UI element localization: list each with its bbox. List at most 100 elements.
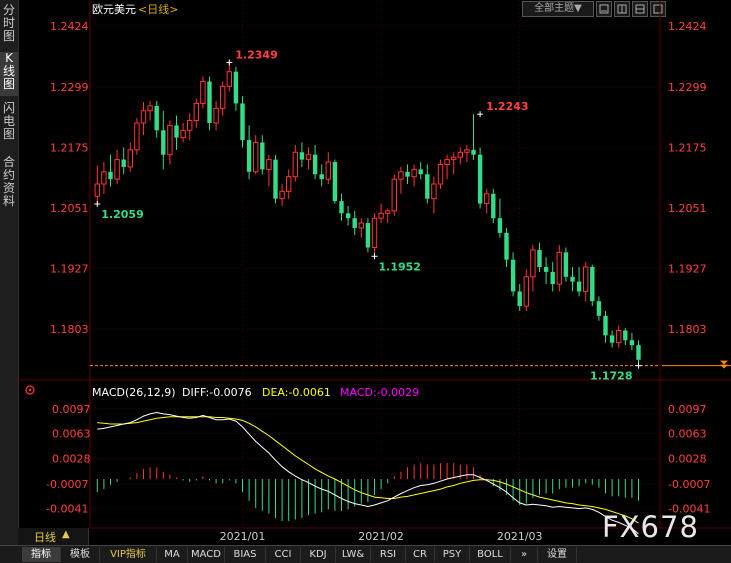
candle-body-down: [246, 140, 252, 172]
candle-body-up: [147, 105, 153, 112]
tab-macd[interactable]: MACD: [188, 547, 225, 562]
candle-body-down: [174, 125, 179, 138]
candles-layer: [90, 62, 731, 369]
candle-body-up: [279, 190, 285, 200]
period-selector[interactable]: 日线 ▲: [18, 528, 89, 545]
macd-hist-value: MACD:-0.0029: [340, 386, 419, 399]
candle-body-down: [603, 315, 608, 336]
tab-cci[interactable]: CCI: [266, 547, 301, 562]
extreme-label: 1.2243: [486, 100, 528, 113]
candle-body-up: [193, 102, 200, 122]
candle-body-up: [556, 251, 562, 285]
candle-body-up: [114, 159, 120, 180]
tab-ma[interactable]: MA: [157, 547, 188, 562]
candle-body-down: [154, 105, 159, 131]
candle-body-up: [451, 156, 457, 161]
watermark-logo: FX678: [602, 510, 699, 544]
macd-tick-right: -0.0007: [668, 478, 710, 491]
tab-bias[interactable]: BIAS: [225, 547, 266, 562]
candle-body-down: [365, 223, 371, 248]
price-tick-left: 1.1927: [50, 262, 89, 275]
macd-tick-right: 0.0063: [668, 427, 707, 440]
candle-body-down: [491, 193, 496, 219]
tab-kdj[interactable]: KDJ: [301, 547, 336, 562]
price-tick-right: 1.2051: [668, 202, 707, 215]
candle-body-down: [563, 252, 569, 277]
candle-body-up: [457, 151, 464, 158]
candle-body-down: [345, 213, 351, 219]
macd-indicator-icon: [25, 385, 35, 395]
tab-lwr[interactable]: LW&: [336, 547, 371, 562]
indicator-tab-bar: 指标 模板 VIP指标 MA MACD BIAS CCI KDJ LW& RSI…: [0, 545, 731, 563]
candle-body-down: [352, 218, 357, 228]
candle-body-up: [226, 71, 233, 87]
candle-body-down: [550, 271, 555, 285]
caret-up-icon: ▲: [62, 529, 70, 540]
macd-tick-left: 0.0028: [52, 453, 91, 466]
candle-body-up: [378, 212, 384, 219]
symbol-name: 欧元美元: [92, 3, 136, 16]
extreme-label: 1.1952: [379, 260, 421, 273]
candle-body-down: [108, 171, 113, 180]
candle-body-down: [161, 130, 166, 155]
candle-body-up: [167, 124, 173, 156]
time-tick-label: 2021/03: [497, 530, 543, 543]
candle-body-down: [576, 281, 582, 292]
candle-body-up: [305, 154, 312, 161]
tab-psy[interactable]: PSY: [435, 547, 470, 562]
tab-settings[interactable]: 设置: [538, 547, 577, 562]
candle-body-down: [629, 340, 635, 346]
candle-body-down: [260, 142, 265, 170]
candle-body-up: [101, 171, 107, 185]
candle-body-down: [121, 159, 126, 167]
candle-body-up: [220, 85, 226, 109]
candle-body-up: [431, 183, 437, 200]
extreme-annotations: 1.2349 1.2243 1.2059 1.1952 1.1728: [94, 48, 642, 383]
candle-body-up: [358, 222, 365, 229]
macd-tick-left: 0.0097: [52, 403, 91, 416]
macd-title: MACD(26,12,9): [92, 386, 176, 399]
candle-body-down: [312, 154, 318, 175]
candle-body-up: [530, 249, 536, 278]
price-tick-left: 1.2051: [50, 202, 89, 215]
tab-more[interactable]: »: [511, 547, 538, 562]
price-tick-left: 1.2424: [50, 20, 89, 33]
candle-body-up: [213, 107, 219, 124]
candle-body-down: [497, 218, 503, 233]
tab-rsi[interactable]: RSI: [371, 547, 406, 562]
candle-body-down: [425, 174, 430, 199]
candle-body-down: [233, 71, 239, 104]
candle-body-up: [411, 168, 417, 178]
period-selector-label: 日线: [34, 531, 56, 544]
candle-body-down: [570, 276, 575, 282]
tab-vip-indicators[interactable]: VIP指标: [100, 547, 157, 562]
extreme-label: 1.1728: [590, 370, 632, 383]
macd-tick-right: 0.0097: [668, 403, 707, 416]
candle-body-down: [471, 149, 476, 155]
candle-body-up: [398, 171, 404, 180]
candle-body-up: [464, 149, 470, 153]
candle-body-down: [590, 267, 595, 302]
candle-body-up: [484, 193, 490, 205]
price-tick-right: 1.1803: [668, 323, 707, 336]
candle-body-down: [596, 301, 602, 316]
period-tag: <日线>: [138, 2, 178, 16]
price-tick-left: 1.1803: [50, 323, 89, 336]
tab-templates[interactable]: 模板: [61, 547, 100, 562]
tab-cr[interactable]: CR: [406, 547, 435, 562]
tab-boll[interactable]: BOLL: [470, 547, 511, 562]
extreme-label: 1.2059: [101, 208, 143, 221]
candle-body-down: [517, 291, 522, 307]
candle-body-down: [405, 171, 410, 177]
tab-indicators[interactable]: 指标: [22, 547, 61, 562]
candle-body-down: [299, 152, 305, 160]
candle-body-up: [616, 329, 622, 344]
candle-body-down: [339, 201, 344, 214]
macd-diff-line: [97, 411, 639, 535]
price-grid: [90, 0, 660, 528]
chart-canvas[interactable]: 1.23491.22431.20591.19521.1728 1.2424 1.2…: [0, 0, 731, 545]
candle-body-up: [391, 178, 398, 212]
price-tick-right: 1.1927: [668, 262, 707, 275]
price-tick-right: 1.2424: [668, 20, 707, 33]
price-tick-right: 1.2175: [668, 141, 707, 154]
